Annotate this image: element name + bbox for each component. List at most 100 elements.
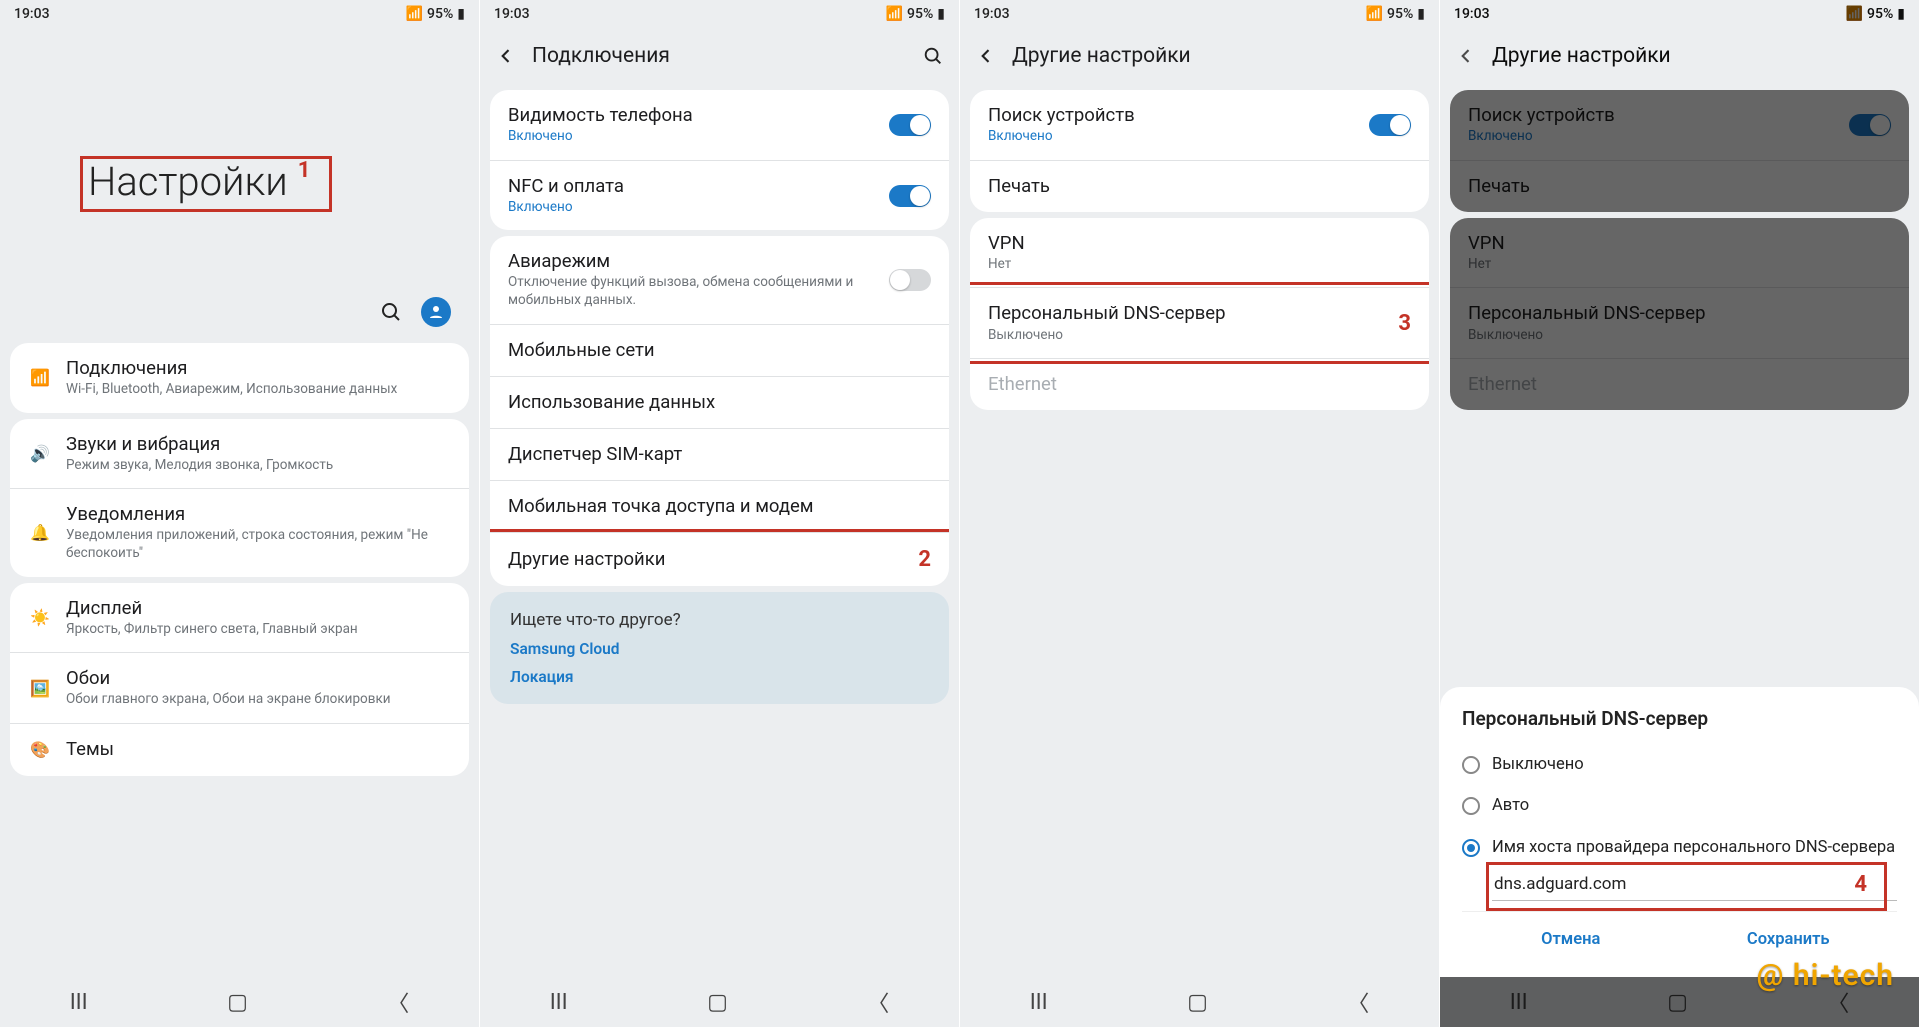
header: Подключения [480,28,959,84]
row-title: Диспетчер SIM-карт [508,443,931,466]
row-title: Ethernet [988,373,1411,396]
row-display[interactable]: ☀️ ДисплейЯркость, Фильтр синего света, … [10,583,469,653]
dns-option-auto[interactable]: Авто [1462,785,1897,826]
dns-hostname-input[interactable] [1492,868,1897,901]
nav-recent-icon[interactable]: III [1030,990,1048,1015]
conn-card-1: Видимость телефонаВключено NFC и оплатаВ… [490,90,949,230]
nav-recent-icon[interactable]: III [550,990,568,1015]
row-device-search[interactable]: Поиск устройствВключено [970,90,1429,160]
annotation-4: 4 [1854,872,1867,897]
signal-icon: 📶 [886,6,903,22]
row-sub: Включено [988,128,1355,146]
screenshot-3-more-settings: 19:03 📶95%▮ Другие настройки Поиск устро… [960,0,1440,1027]
battery-percent: 95% [427,6,453,22]
nav-back-icon[interactable]: 〈 [387,986,409,1018]
row-title: Авиарежим [508,250,875,273]
row-private-dns[interactable]: Персональный DNS-серверВыключено 3 [970,287,1429,358]
battery-percent: 95% [907,6,933,22]
row-sub: Выключено [988,327,1384,345]
row-title: Видимость телефона [508,104,875,127]
nav-back-icon[interactable]: 〈 [1347,986,1369,1018]
nav-home-icon[interactable]: ▢ [707,990,728,1015]
row-themes[interactable]: 🎨 Темы [10,723,469,776]
toggle[interactable] [889,269,931,291]
panel-question: Ищете что-то другое? [510,610,929,630]
status-bar: 19:03 📶95%▮ [960,0,1439,28]
annotation-3: 3 [1398,311,1411,336]
nav-home-icon[interactable]: ▢ [227,990,248,1015]
toggle[interactable] [1369,114,1411,136]
notifications-icon: 🔔 [28,521,52,545]
row-airplane[interactable]: АвиарежимОтключение функций вызова, обме… [490,236,949,323]
row-hotspot[interactable]: Мобильная точка доступа и модем [490,480,949,532]
link-location[interactable]: Локация [510,668,929,686]
row-wallpaper[interactable]: 🖼️ ОбоиОбои главного экрана, Обои на экр… [10,652,469,723]
dns-option-off[interactable]: Выключено [1462,744,1897,785]
row-title: Уведомления [66,503,451,526]
radio-icon[interactable] [1462,839,1480,857]
option-label: Выключено [1492,754,1584,775]
row-sub: Включено [508,128,875,146]
row-data-usage[interactable]: Использование данных [490,376,949,428]
back-icon[interactable] [974,44,998,68]
nav-recent-icon[interactable]: III [1510,990,1528,1015]
nav-bar: III ▢ 〈 [480,977,959,1027]
header-title: Другие настройки [1012,44,1191,68]
screenshot-4-dns-dialog: 19:03 📶95%▮ Другие настройки Поиск устро… [1440,0,1920,1027]
nav-bar: III ▢ 〈 [0,977,479,1027]
nav-home-icon[interactable]: ▢ [1187,990,1208,1015]
toggle[interactable] [889,185,931,207]
row-title: VPN [988,232,1411,255]
status-right: 📶 95% ▮ [406,6,465,22]
row-title: Мобильная точка доступа и модем [508,495,931,518]
row-more-settings[interactable]: Другие настройки 2 [490,532,949,586]
row-sub: Отключение функций вызова, обмена сообще… [508,274,875,309]
row-title: Другие настройки [508,548,904,571]
nav-recent-icon[interactable]: III [70,990,88,1015]
row-notifications[interactable]: 🔔 УведомленияУведомления приложений, стр… [10,488,469,576]
radio-icon[interactable] [1462,756,1480,774]
sound-icon: 🔊 [28,442,52,466]
search-icon[interactable] [921,44,945,68]
option-label: Авто [1492,795,1529,816]
cancel-button[interactable]: Отмена [1462,912,1680,967]
row-sub: Включено [508,199,875,217]
annotation-1: 1 [298,158,311,183]
screenshot-2-connections: 19:03 📶95%▮ Подключения Видимость телефо… [480,0,960,1027]
settings-card-2: 🔊 Звуки и вибрацияРежим звука, Мелодия з… [10,419,469,577]
status-right: 📶95%▮ [1366,6,1425,22]
signal-icon: 📶 [1366,6,1383,22]
row-connections[interactable]: 📶 ПодключенияWi-Fi, Bluetooth, Авиарежим… [10,343,469,413]
nav-back-icon[interactable]: 〈 [867,986,889,1018]
header-title: Подключения [532,44,670,68]
link-samsung-cloud[interactable]: Samsung Cloud [510,640,929,658]
row-sim-manager[interactable]: Диспетчер SIM-карт [490,428,949,480]
search-icon[interactable] [379,300,403,324]
page-title: Настройки [88,158,288,205]
row-title: Мобильные сети [508,339,931,362]
row-sub: Wi-Fi, Bluetooth, Авиарежим, Использован… [66,381,451,399]
back-icon[interactable] [494,44,518,68]
toggle[interactable] [889,114,931,136]
row-nfc[interactable]: NFC и оплатаВключено [490,160,949,231]
row-title: Подключения [66,357,451,380]
row-phone-visibility[interactable]: Видимость телефонаВключено [490,90,949,160]
row-print[interactable]: Печать [970,160,1429,212]
row-mobile-networks[interactable]: Мобильные сети [490,324,949,376]
wallpaper-icon: 🖼️ [28,676,52,700]
nav-home-icon[interactable]: ▢ [1667,990,1688,1015]
status-time: 19:03 [494,6,530,22]
looking-for-panel: Ищете что-то другое? Samsung Cloud Локац… [490,592,949,704]
profile-avatar[interactable] [421,297,451,327]
row-title: Звуки и вибрация [66,433,451,456]
row-title: Дисплей [66,597,451,620]
dns-option-hostname[interactable]: Имя хоста провайдера персонального DNS-с… [1462,827,1897,868]
radio-icon[interactable] [1462,797,1480,815]
battery-percent: 95% [1387,6,1413,22]
row-sub: Нет [988,256,1411,274]
row-vpn[interactable]: VPNНет [970,218,1429,288]
battery-icon: ▮ [457,6,465,22]
row-title: Печать [988,175,1411,198]
row-sounds[interactable]: 🔊 Звуки и вибрацияРежим звука, Мелодия з… [10,419,469,489]
status-right: 📶95%▮ [886,6,945,22]
